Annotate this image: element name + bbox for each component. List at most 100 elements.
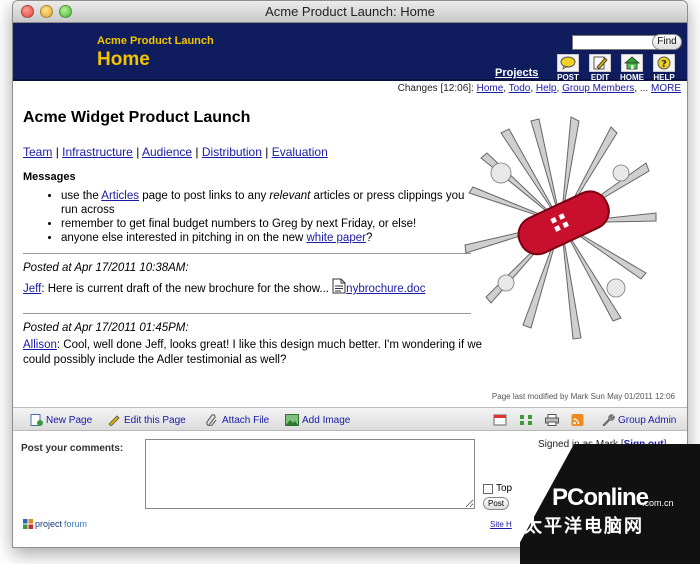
home-label: HOME xyxy=(620,73,644,82)
author-link-allison[interactable]: Allison xyxy=(23,339,57,351)
white-paper-link[interactable]: white paper xyxy=(307,232,366,244)
tab-distribution[interactable]: Distribution xyxy=(202,145,262,159)
edit-page-button[interactable]: Edit this Page xyxy=(107,414,186,427)
minimize-window-button[interactable] xyxy=(40,5,53,18)
swiss-army-knife-image xyxy=(464,116,657,340)
new-page-icon xyxy=(29,414,43,426)
tab-audience[interactable]: Audience xyxy=(142,145,192,159)
attachment-link[interactable]: nybrochure.doc xyxy=(346,283,425,295)
window-title: Acme Product Launch: Home xyxy=(265,4,435,19)
post-text: : Here is current draft of the new broch… xyxy=(41,283,329,295)
change-link-help[interactable]: Help xyxy=(536,83,557,94)
post-label: POST xyxy=(557,73,579,82)
help-icon: ? xyxy=(653,54,675,72)
recent-changes: Changes [12:06]: Home, Todo, Help, Group… xyxy=(397,83,681,94)
project-name: Acme Product Launch xyxy=(97,35,214,47)
group-admin-label: Group Admin xyxy=(618,414,677,426)
messages-list: use the Articles page to post links to a… xyxy=(23,189,483,245)
add-image-button[interactable]: Add Image xyxy=(285,414,350,426)
projects-link[interactable]: Projects xyxy=(495,67,538,79)
page-content: Acme Widget Product Launch Team | Infras… xyxy=(23,103,483,368)
bullet-text: ? xyxy=(365,232,373,244)
edit-page-label: Edit this Page xyxy=(124,414,186,426)
projectforum-logo-icon xyxy=(23,519,33,529)
logo-text-forum: forum xyxy=(64,519,88,529)
post-text: : Cool, well done Jeff, looks great! I l… xyxy=(23,339,483,366)
changes-prefix: Changes [12:06]: xyxy=(397,83,474,94)
tab-team[interactable]: Team xyxy=(23,145,52,159)
calendar-button[interactable] xyxy=(493,414,507,426)
site-home-link[interactable]: Site H xyxy=(490,520,512,529)
calendar-icon xyxy=(493,414,507,426)
help-label: HELP xyxy=(653,73,675,82)
close-window-button[interactable] xyxy=(21,5,34,18)
tab-separator: | xyxy=(136,145,140,159)
header-banner: Acme Product Launch Home Find Projects P… xyxy=(13,23,687,82)
edit-icon xyxy=(589,54,611,72)
messages-heading: Messages xyxy=(23,171,76,183)
watermark-chinese: 太平洋电脑网 xyxy=(524,516,644,536)
tab-separator: | xyxy=(265,145,269,159)
edit-button[interactable]: EDIT xyxy=(585,54,615,82)
post-timestamp: Posted at Apr 17/2011 10:38AM: xyxy=(23,262,189,274)
top-label: Top xyxy=(496,483,513,494)
watermark-logo: PConline xyxy=(552,484,649,511)
post-body: Allison: Cool, well done Jeff, looks gre… xyxy=(23,338,483,368)
edit-label: EDIT xyxy=(590,73,610,82)
group-admin-button[interactable]: Group Admin xyxy=(601,414,677,427)
attach-file-button[interactable]: Attach File xyxy=(205,414,269,427)
wrench-icon xyxy=(601,414,615,427)
print-button[interactable] xyxy=(545,414,559,426)
change-link-more[interactable]: MORE xyxy=(651,83,681,94)
divider xyxy=(23,253,471,254)
find-button[interactable]: Find xyxy=(652,34,682,50)
post-button[interactable]: POST xyxy=(553,54,583,82)
divider xyxy=(23,313,471,314)
home-button[interactable]: HOME xyxy=(617,54,647,82)
comment-textarea[interactable] xyxy=(145,439,475,509)
watermark-domain: .com.cn xyxy=(642,498,674,508)
page-actions-bar: New Page Edit this Page Attach File Add … xyxy=(13,407,687,431)
paperclip-icon xyxy=(205,414,219,427)
add-image-label: Add Image xyxy=(302,414,351,426)
list-item: remember to get final budget numbers to … xyxy=(61,217,483,231)
sitemap-button[interactable] xyxy=(519,414,533,426)
bullet-text: page to post links to any xyxy=(139,190,270,202)
subpage-links: Team | Infrastructure | Audience | Distr… xyxy=(23,145,483,159)
sitemap-icon xyxy=(519,414,533,426)
svg-text:?: ? xyxy=(661,59,667,70)
changes-ellipsis: ... xyxy=(639,83,649,94)
tab-separator: | xyxy=(195,145,199,159)
comments-label: Post your comments: xyxy=(21,443,124,454)
change-link-todo[interactable]: Todo xyxy=(509,83,531,94)
new-page-button[interactable]: New Page xyxy=(29,414,92,426)
pencil-icon xyxy=(107,414,121,427)
document-icon xyxy=(332,278,346,299)
help-button[interactable]: ? HELP xyxy=(649,54,679,82)
page-heading: Acme Widget Product Launch xyxy=(23,109,251,126)
post-timestamp: Posted at Apr 17/2011 01:45PM: xyxy=(23,322,189,334)
last-modified: Page last modified by Mark Sun May 01/20… xyxy=(491,392,675,401)
change-link-group-members[interactable]: Group Members xyxy=(562,83,634,94)
rss-button[interactable] xyxy=(571,414,585,426)
author-link-jeff[interactable]: Jeff xyxy=(23,283,41,295)
checkbox-box[interactable] xyxy=(483,483,493,494)
zoom-window-button[interactable] xyxy=(59,5,72,18)
window-controls xyxy=(21,5,72,18)
new-page-label: New Page xyxy=(46,414,93,426)
change-link-home[interactable]: Home xyxy=(477,83,504,94)
tab-infrastructure[interactable]: Infrastructure xyxy=(62,145,133,159)
search-input[interactable] xyxy=(572,35,657,50)
post-comment-button[interactable]: Post xyxy=(483,497,509,510)
top-checkbox[interactable]: Top xyxy=(483,483,512,494)
page-name: Home xyxy=(97,49,150,70)
bullet-text: remember to get final budget numbers to … xyxy=(61,218,417,230)
list-item: anyone else interested in pitching in on… xyxy=(61,231,483,245)
list-item: use the Articles page to post links to a… xyxy=(61,189,483,217)
projectforum-logo: project forum xyxy=(23,519,87,529)
tab-evaluation[interactable]: Evaluation xyxy=(272,145,328,159)
bullet-text: use the xyxy=(61,190,102,202)
home-icon xyxy=(621,54,643,72)
title-bar: Acme Product Launch: Home xyxy=(13,1,687,23)
articles-link[interactable]: Articles xyxy=(101,190,139,202)
